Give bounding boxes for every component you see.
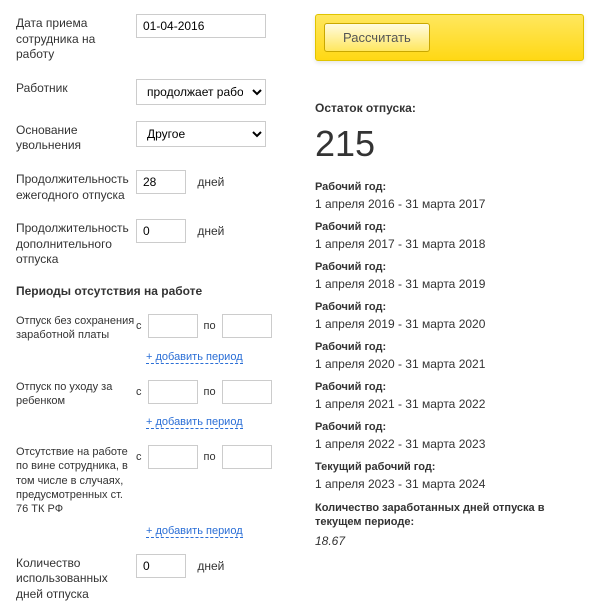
- year-range-3: 1 апреля 2019 - 31 марта 2020: [315, 317, 584, 331]
- unpaid-from-input[interactable]: [148, 314, 198, 338]
- year-label-5: Рабочий год:: [315, 381, 584, 393]
- dismissal-label: Основание увольнения: [16, 121, 136, 154]
- from-label-3: с: [136, 451, 142, 463]
- annual-leave-input[interactable]: [136, 170, 186, 194]
- year-label-6: Рабочий год:: [315, 421, 584, 433]
- employee-select[interactable]: продолжает работать: [136, 79, 266, 105]
- add-period-child[interactable]: + добавить период: [146, 416, 243, 429]
- calculate-button-wrap: Рассчитать: [315, 14, 584, 61]
- used-days-label: Количество использованных дней отпуска: [16, 554, 136, 602]
- year-range-4: 1 апреля 2020 - 31 марта 2021: [315, 357, 584, 371]
- to-label-2: по: [204, 386, 216, 398]
- current-year-label: Текущий рабочий год:: [315, 461, 584, 473]
- results-panel: Рассчитать Остаток отпуска: 215 Рабочий …: [315, 14, 584, 520]
- year-label-4: Рабочий год:: [315, 341, 584, 353]
- year-range-1: 1 апреля 2017 - 31 марта 2018: [315, 237, 584, 251]
- days-unit-3: дней: [197, 559, 224, 573]
- fault-to-input[interactable]: [222, 445, 272, 469]
- year-label-1: Рабочий год:: [315, 221, 584, 233]
- calculate-button[interactable]: Рассчитать: [324, 23, 430, 52]
- earned-days-label: Количество заработанных дней отпуска в т…: [315, 501, 584, 530]
- from-label: с: [136, 320, 142, 332]
- year-label-0: Рабочий год:: [315, 181, 584, 193]
- days-unit: дней: [197, 175, 224, 189]
- remainder-value: 215: [315, 123, 584, 165]
- absence-section-title: Периоды отсутствия на работе: [16, 284, 295, 298]
- add-period-unpaid[interactable]: + добавить период: [146, 351, 243, 364]
- year-range-5: 1 апреля 2021 - 31 марта 2022: [315, 397, 584, 411]
- additional-leave-label: Продолжительность дополнительного отпуск…: [16, 219, 136, 268]
- year-range-6: 1 апреля 2022 - 31 марта 2023: [315, 437, 584, 451]
- fault-absence-label: Отсутствие на работе по вине сотрудника,…: [16, 445, 136, 516]
- current-year-range: 1 апреля 2023 - 31 марта 2024: [315, 477, 584, 491]
- child-to-input[interactable]: [222, 380, 272, 404]
- year-range-0: 1 апреля 2016 - 31 марта 2017: [315, 197, 584, 211]
- used-days-input[interactable]: [136, 554, 186, 578]
- hire-date-input[interactable]: [136, 14, 266, 38]
- to-label-3: по: [204, 451, 216, 463]
- fault-from-input[interactable]: [148, 445, 198, 469]
- hire-date-label: Дата приема сотрудника на работу: [16, 14, 136, 63]
- add-period-fault[interactable]: + добавить период: [146, 525, 243, 538]
- year-range-2: 1 апреля 2018 - 31 марта 2019: [315, 277, 584, 291]
- unpaid-to-input[interactable]: [222, 314, 272, 338]
- form-panel: Дата приема сотрудника на работу Работни…: [16, 14, 295, 520]
- to-label: по: [204, 320, 216, 332]
- year-label-3: Рабочий год:: [315, 301, 584, 313]
- earned-days-value: 18.67: [315, 534, 584, 548]
- additional-leave-input[interactable]: [136, 219, 186, 243]
- child-leave-label: Отпуск по уходу за ребенком: [16, 380, 136, 409]
- annual-leave-label: Продолжительность ежегодного отпуска: [16, 170, 136, 203]
- unpaid-leave-label: Отпуск без сохранения заработной платы: [16, 314, 136, 343]
- employee-label: Работник: [16, 79, 136, 97]
- from-label-2: с: [136, 386, 142, 398]
- child-from-input[interactable]: [148, 380, 198, 404]
- days-unit-2: дней: [197, 224, 224, 238]
- remainder-label: Остаток отпуска:: [315, 101, 584, 115]
- year-label-2: Рабочий год:: [315, 261, 584, 273]
- dismissal-select[interactable]: Другое: [136, 121, 266, 147]
